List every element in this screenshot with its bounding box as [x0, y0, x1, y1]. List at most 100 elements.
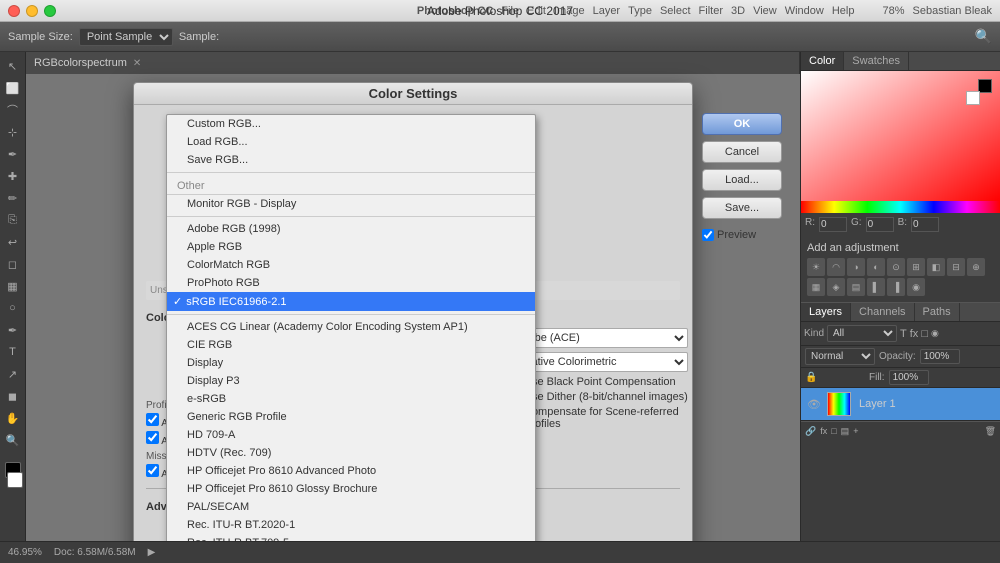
- dropdown-srgb[interactable]: sRGB IEC61966-2.1: [167, 292, 535, 311]
- rgb-r-input[interactable]: [819, 217, 847, 232]
- delete-layer-btn[interactable]: 🗑: [985, 426, 996, 437]
- ask-paste-cb[interactable]: [146, 431, 159, 444]
- save-button[interactable]: Save...: [702, 197, 782, 219]
- menu-window[interactable]: Window: [785, 5, 824, 17]
- dropdown-hdtv-rec709[interactable]: HDTV (Rec. 709): [167, 444, 535, 462]
- paths-tab[interactable]: Paths: [915, 303, 960, 321]
- menu-help[interactable]: Help: [832, 5, 855, 17]
- dropdown-load-rgb[interactable]: Load RGB...: [167, 133, 535, 151]
- sample-size-select[interactable]: Point Sample: [79, 28, 173, 46]
- dodge-tool[interactable]: ○: [3, 298, 23, 318]
- swatches-tab[interactable]: Swatches: [844, 52, 909, 70]
- dropdown-adobe-rgb[interactable]: Adobe RGB (1998): [167, 220, 535, 238]
- dropdown-monitor-rgb[interactable]: Monitor RGB - Display: [167, 195, 535, 213]
- background-color[interactable]: [7, 472, 23, 488]
- move-tool[interactable]: ↖: [3, 56, 23, 76]
- healing-tool[interactable]: ✚: [3, 166, 23, 186]
- path-tool[interactable]: ↗: [3, 364, 23, 384]
- load-button[interactable]: Load...: [702, 169, 782, 191]
- zoom-tool[interactable]: 🔍: [3, 430, 23, 450]
- color-lookup-icon[interactable]: ▦: [807, 278, 825, 296]
- dropdown-prophoto-rgb[interactable]: ProPhoto RGB: [167, 274, 535, 292]
- color-tab[interactable]: Color: [801, 52, 844, 70]
- layer-1-row[interactable]: 👁 Layer 1: [801, 388, 1000, 421]
- dropdown-e-srgb[interactable]: e-sRGB: [167, 390, 535, 408]
- preview-checkbox[interactable]: [702, 229, 714, 241]
- threshold-icon[interactable]: ▌: [867, 278, 885, 296]
- channels-tab[interactable]: Channels: [851, 303, 914, 321]
- gradient-map-icon[interactable]: ▐: [887, 278, 905, 296]
- hue-icon[interactable]: ⊙: [887, 258, 905, 276]
- maximize-button[interactable]: [44, 5, 56, 17]
- fill-input[interactable]: [889, 370, 929, 385]
- curves-icon[interactable]: ◠: [827, 258, 845, 276]
- rgb-g-input[interactable]: [866, 217, 894, 232]
- eraser-tool[interactable]: ◻: [3, 254, 23, 274]
- crop-tool[interactable]: ⊹: [3, 122, 23, 142]
- ask-open-cb[interactable]: [146, 413, 159, 426]
- photo-filter-icon[interactable]: ⊟: [947, 258, 965, 276]
- dropdown-rec-bt709[interactable]: Rec. ITU-R BT.709-5: [167, 534, 535, 541]
- vibrance-icon[interactable]: ◐: [867, 258, 885, 276]
- exposure-icon[interactable]: ◑: [847, 258, 865, 276]
- posterize-icon[interactable]: ▤: [847, 278, 865, 296]
- dropdown-apple-rgb[interactable]: Apple RGB: [167, 238, 535, 256]
- dropdown-generic-rgb[interactable]: Generic RGB Profile: [167, 408, 535, 426]
- ask-missing-cb[interactable]: [146, 464, 159, 477]
- menu-3d[interactable]: 3D: [731, 5, 745, 17]
- channel-mixer-icon[interactable]: ⊕: [967, 258, 985, 276]
- color-picker-gradient[interactable]: [801, 71, 1000, 201]
- fx-icon[interactable]: fx: [910, 328, 919, 340]
- fx-btn[interactable]: fx: [820, 426, 827, 437]
- toolbar-search-icon[interactable]: 🔍: [975, 28, 992, 45]
- status-arrow[interactable]: ▶: [148, 547, 156, 558]
- hue-slider[interactable]: [801, 201, 1000, 213]
- mask-icon[interactable]: □: [921, 328, 928, 340]
- eyedropper-tool[interactable]: ✒: [3, 144, 23, 164]
- mask-btn[interactable]: □: [831, 426, 836, 437]
- menu-filter[interactable]: Filter: [699, 5, 723, 17]
- clone-tool[interactable]: ⎘: [3, 210, 23, 230]
- select-tool[interactable]: ⬜: [3, 78, 23, 98]
- dropdown-display[interactable]: Display: [167, 354, 535, 372]
- window-controls[interactable]: [8, 5, 56, 17]
- ok-button[interactable]: OK: [702, 113, 782, 135]
- type-icon[interactable]: T: [900, 328, 907, 340]
- opacity-input[interactable]: [920, 349, 960, 364]
- menu-view[interactable]: View: [753, 5, 777, 17]
- dropdown-pal-secam[interactable]: PAL/SECAM: [167, 498, 535, 516]
- gradient-tool[interactable]: ▦: [3, 276, 23, 296]
- rgb-b-input[interactable]: [911, 217, 939, 232]
- group-btn[interactable]: ▤: [841, 426, 850, 437]
- dropdown-display-p3[interactable]: Display P3: [167, 372, 535, 390]
- layers-tab[interactable]: Layers: [801, 303, 851, 321]
- dropdown-cie-rgb[interactable]: CIE RGB: [167, 336, 535, 354]
- brush-tool[interactable]: ✏: [3, 188, 23, 208]
- history-tool[interactable]: ↩: [3, 232, 23, 252]
- dropdown-rec-bt2020[interactable]: Rec. ITU-R BT.2020-1: [167, 516, 535, 534]
- type-tool[interactable]: T: [3, 342, 23, 362]
- invert-icon[interactable]: ◈: [827, 278, 845, 296]
- menu-select[interactable]: Select: [660, 5, 691, 17]
- close-button[interactable]: [8, 5, 20, 17]
- blend-mode-select[interactable]: Normal: [805, 348, 875, 365]
- smart-icon[interactable]: ◉: [931, 328, 939, 339]
- link-icon[interactable]: 🔗: [805, 426, 816, 437]
- shape-tool[interactable]: ◼: [3, 386, 23, 406]
- dropdown-custom-rgb[interactable]: Custom RGB...: [167, 115, 535, 133]
- color-balance-icon[interactable]: ⊞: [907, 258, 925, 276]
- pen-tool[interactable]: ✒: [3, 320, 23, 340]
- minimize-button[interactable]: [26, 5, 38, 17]
- dropdown-hp-glossy[interactable]: HP Officejet Pro 8610 Glossy Brochure: [167, 480, 535, 498]
- layer-visibility-icon[interactable]: 👁: [807, 398, 821, 411]
- dropdown-save-rgb[interactable]: Save RGB...: [167, 151, 535, 169]
- hand-tool[interactable]: ✋: [3, 408, 23, 428]
- bw-icon[interactable]: ◧: [927, 258, 945, 276]
- menu-layer[interactable]: Layer: [593, 5, 621, 17]
- dropdown-aces[interactable]: ACES CG Linear (Academy Color Encoding S…: [167, 318, 535, 336]
- dropdown-hp-advanced[interactable]: HP Officejet Pro 8610 Advanced Photo: [167, 462, 535, 480]
- selective-color-icon[interactable]: ◉: [907, 278, 925, 296]
- kind-filter-select[interactable]: All: [827, 325, 897, 342]
- cancel-button[interactable]: Cancel: [702, 141, 782, 163]
- new-layer-btn[interactable]: +: [853, 426, 858, 437]
